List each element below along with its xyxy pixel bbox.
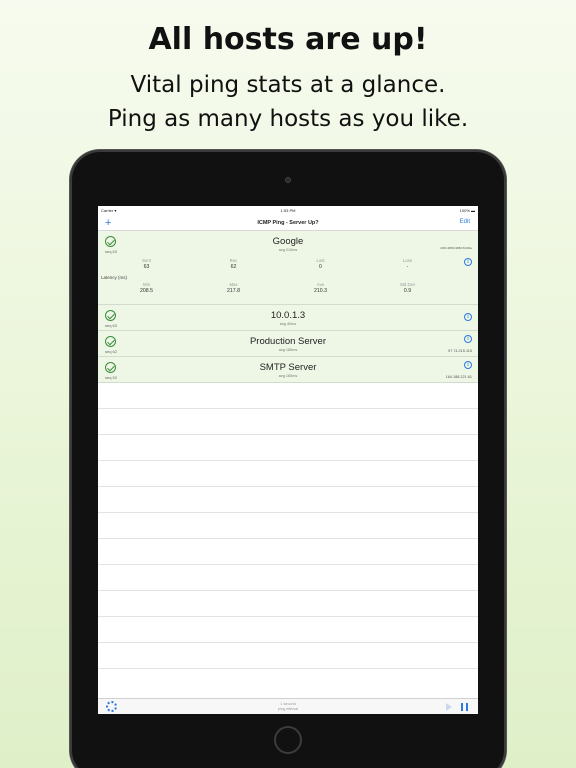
stat-sent: Sent 63 bbox=[142, 258, 151, 270]
host-avg: avg 165ms bbox=[278, 374, 298, 378]
empty-row bbox=[98, 513, 478, 539]
clock: 1:53 PM bbox=[280, 208, 296, 213]
ping-interval[interactable]: 1 second ping interval bbox=[98, 702, 478, 712]
ping-interval-label: ping interval bbox=[277, 707, 299, 711]
promo-headline: All hosts are up! bbox=[148, 22, 428, 57]
page-title: ICMP Ping - Server Up? bbox=[257, 219, 319, 226]
play-icon[interactable] bbox=[446, 703, 453, 711]
promo-subline-2: Ping as many hosts as you like. bbox=[107, 106, 469, 132]
host-avg: avg 185ms bbox=[278, 348, 298, 352]
empty-row bbox=[98, 565, 478, 591]
host-ip: 97.74.215.115 bbox=[448, 349, 472, 353]
stat-ave: Ave 210.3 bbox=[314, 282, 327, 294]
edit-button[interactable]: Edit bbox=[460, 219, 470, 225]
stat-max: Max 217.8 bbox=[227, 282, 240, 294]
stat-min: Min 208.5 bbox=[140, 282, 153, 294]
empty-row bbox=[98, 383, 478, 409]
carrier-label: Carrier ▾ bbox=[101, 208, 117, 213]
status-bar: Carrier ▾ 1:53 PM 100% ▬ bbox=[98, 206, 478, 215]
host-name: Production Server bbox=[249, 336, 327, 347]
add-host-button[interactable]: + bbox=[105, 216, 111, 230]
empty-row bbox=[98, 643, 478, 669]
empty-row bbox=[98, 435, 478, 461]
battery-indicator: 100% ▬ bbox=[459, 208, 475, 213]
empty-row bbox=[98, 409, 478, 435]
host-row-production-server[interactable]: seq 62 Production Server avg 185ms 97.74… bbox=[98, 331, 478, 357]
stat-rec: Rec 62 bbox=[229, 258, 238, 270]
promo-subline-1: Vital ping stats at a glance. bbox=[130, 72, 446, 98]
stat-loss: Loss - bbox=[402, 258, 413, 270]
nav-bar: + ICMP Ping - Server Up? Edit bbox=[98, 215, 478, 231]
host-ip: 164.188.221.61 bbox=[445, 375, 472, 379]
host-name: SMTP Server bbox=[259, 362, 317, 373]
empty-row bbox=[98, 461, 478, 487]
host-row-10-0-1-3[interactable]: seq 63 10.0.1.3 avg 40ms i bbox=[98, 305, 478, 331]
latency-label: Latency (ms) bbox=[101, 275, 128, 280]
host-avg: avg 40ms bbox=[279, 322, 297, 326]
home-button[interactable] bbox=[274, 726, 302, 754]
info-icon[interactable]: i bbox=[464, 361, 472, 369]
empty-row bbox=[98, 591, 478, 617]
empty-row bbox=[98, 487, 478, 513]
host-row-smtp-server[interactable]: seq 52 SMTP Server avg 165ms 164.188.221… bbox=[98, 357, 478, 383]
bottom-toolbar: 1 second ping interval bbox=[98, 698, 478, 714]
host-ip: 2001:4860:4860:8:200e bbox=[440, 246, 472, 250]
stat-lost: Lost 0 bbox=[316, 258, 325, 270]
app-screen: Carrier ▾ 1:53 PM 100% ▬ + ICMP Ping - S… bbox=[98, 206, 478, 714]
empty-row bbox=[98, 617, 478, 643]
stats-row-latency: Min 208.5 Max 217.8 Ave 210.3 Std Dev 0.… bbox=[98, 282, 478, 294]
host-name: 10.0.1.3 bbox=[270, 310, 306, 321]
stats-row-counts: Sent 63 Rec 62 Lost 0 Loss - bbox=[98, 258, 478, 270]
host-row-google[interactable]: seq 63 Google avg 210ms 2001:4860:4860:8… bbox=[98, 231, 478, 305]
camera-icon bbox=[285, 177, 291, 183]
info-icon[interactable]: i bbox=[464, 335, 472, 343]
empty-row bbox=[98, 539, 478, 565]
ipad-frame: Carrier ▾ 1:53 PM 100% ▬ + ICMP Ping - S… bbox=[70, 150, 506, 768]
info-icon[interactable]: i bbox=[464, 313, 472, 321]
stat-std-dev: Std Dev 0.9 bbox=[399, 282, 416, 294]
host-avg: avg 210ms bbox=[278, 248, 298, 252]
host-name: Google bbox=[272, 236, 304, 247]
pause-icon[interactable] bbox=[461, 703, 468, 711]
